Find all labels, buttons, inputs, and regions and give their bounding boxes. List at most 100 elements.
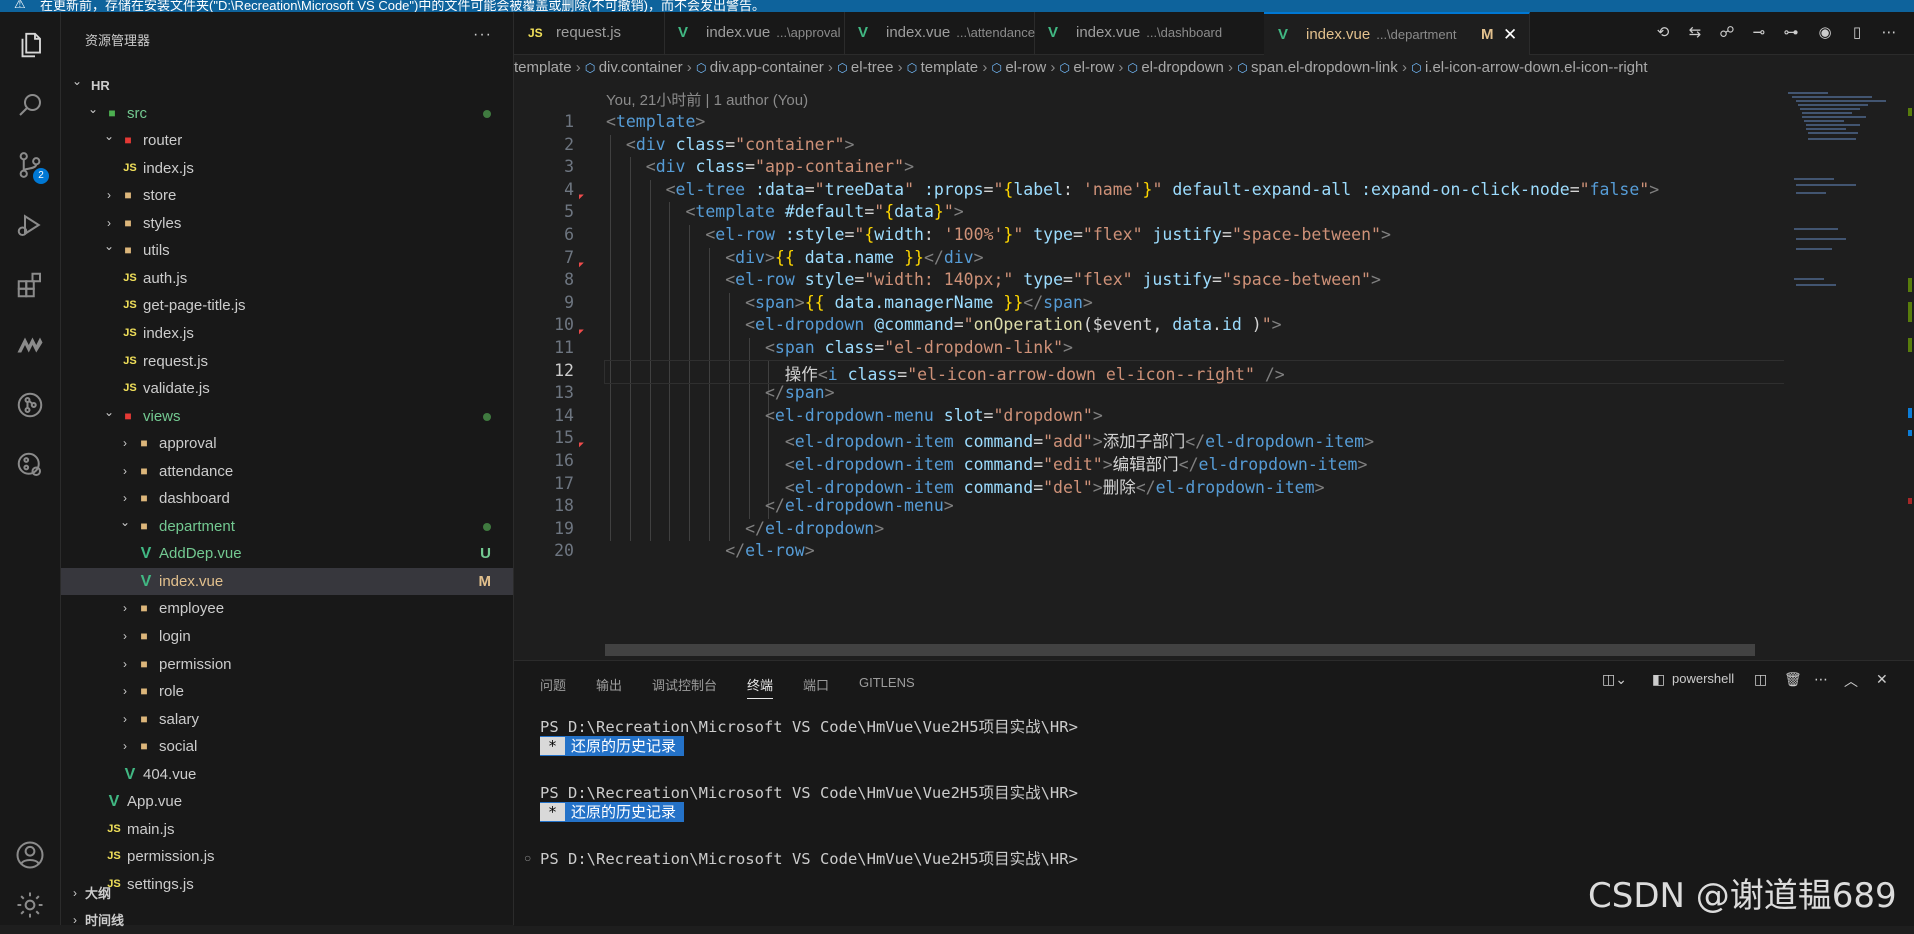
panel-tab-调试控制台[interactable]: 调试控制台 — [652, 675, 717, 694]
tree-item-social[interactable]: › ■ social — [61, 733, 513, 760]
more-actions-icon[interactable]: ⋯ — [1814, 671, 1828, 688]
code-line[interactable]: </el-dropdown-menu> — [606, 496, 954, 515]
tree-item-login[interactable]: › ■ login — [61, 623, 513, 650]
tree-item-router[interactable]: ⌄ ■ router — [61, 127, 513, 154]
code-line[interactable]: <div class="container"> — [606, 135, 855, 154]
gitlens-icon[interactable] — [11, 386, 49, 424]
code-editor[interactable]: 1 <template> 2 <div class="container"> 3 <d… — [514, 112, 1784, 657]
terminal-prompt-line[interactable]: PS D:\Recreation\Microsoft VS Code\HmVue… — [540, 847, 1078, 869]
code-line[interactable]: <el-row :style="{width: '100%'}" type="f… — [606, 225, 1391, 244]
timeline-history-icon[interactable]: ⟲ — [1652, 22, 1674, 44]
gitlens-blame-icon[interactable]: ☍ — [1716, 22, 1738, 44]
breadcrumb-item[interactable]: template — [921, 59, 979, 76]
outline-section[interactable]: › 大纲 — [61, 880, 513, 907]
tab-index-vue-dashboard[interactable]: Vindex.vue ...\dashboard — [1034, 12, 1265, 54]
panel-tab-问题[interactable]: 问题 — [540, 675, 566, 694]
tree-item-employee[interactable]: › ■ employee — [61, 595, 513, 622]
code-line[interactable]: <el-tree :data="treeData" :props="{label… — [606, 180, 1660, 199]
code-line[interactable]: 操作<i class="el-icon-arrow-down el-icon--… — [606, 361, 1285, 385]
tab-index-vue-attendance[interactable]: Vindex.vue ...\attendance — [844, 12, 1035, 54]
tab-request-js[interactable]: JS request.js — [514, 12, 665, 54]
tab-index-vue-approval[interactable]: Vindex.vue ...\approval — [664, 12, 845, 54]
tree-item-404-vue[interactable]: V 404.vue — [61, 761, 513, 788]
remote-m-icon[interactable] — [11, 326, 49, 364]
tree-item-styles[interactable]: › ■ styles — [61, 210, 513, 237]
more-actions-icon[interactable]: ⋯ — [1878, 22, 1900, 44]
kill-terminal-icon[interactable]: 🗑 — [1784, 671, 1802, 688]
split-editor-icon[interactable]: ▯ — [1846, 22, 1868, 44]
command-decoration-icon[interactable]: ○ — [524, 851, 531, 865]
code-line[interactable]: <el-dropdown-menu slot="dropdown"> — [606, 406, 1103, 425]
tree-item-index-vue[interactable]: Vindex.vue M — [61, 567, 513, 595]
tree-item-src[interactable]: ⌄ ■ src — [61, 100, 513, 127]
tree-item-store[interactable]: › ■ store — [61, 182, 513, 209]
breadcrumb-item[interactable]: div.app-container — [710, 59, 824, 76]
tree-item-role[interactable]: › ■ role — [61, 678, 513, 705]
git-blame-annotation[interactable]: You, 21小时前 | 1 author (You) — [606, 89, 808, 110]
breadcrumb-item[interactable]: el-tree — [851, 59, 894, 76]
git-branch-icon[interactable]: ◉ — [1814, 22, 1836, 44]
code-line[interactable]: <template> — [606, 112, 705, 131]
terminal-shell-label[interactable]: powershell — [1672, 671, 1734, 686]
tree-item-hr[interactable]: ⌄ HR — [61, 72, 513, 99]
gitlens-inspect-icon[interactable] — [11, 446, 49, 484]
code-line[interactable]: <span class="el-dropdown-link"> — [606, 338, 1073, 357]
code-line[interactable]: </span> — [606, 383, 835, 402]
panel-tab-输出[interactable]: 输出 — [596, 675, 622, 694]
tree-item-views[interactable]: ⌄ ■ views — [61, 403, 513, 430]
explorer-icon[interactable] — [11, 26, 49, 64]
tree-item-index-js[interactable]: JS index.js — [61, 155, 513, 182]
code-line[interactable]: <span>{{ data.managerName }}</span> — [606, 293, 1093, 312]
settings-gear-icon[interactable] — [11, 886, 49, 924]
previous-commit-icon[interactable]: ⊸ — [1748, 22, 1770, 44]
code-line[interactable]: <el-dropdown-item command="edit">编辑部门</e… — [606, 451, 1368, 475]
tree-item-approval[interactable]: › ■ approval — [61, 430, 513, 457]
next-commit-icon[interactable]: ⊶ — [1780, 22, 1802, 44]
code-line[interactable]: <div class="app-container"> — [606, 157, 914, 176]
tree-item-attendance[interactable]: › ■ attendance — [61, 458, 513, 485]
code-line[interactable]: </el-dropdown> — [606, 519, 884, 538]
horizontal-scrollbar[interactable] — [605, 644, 1755, 656]
panel-tab-终端[interactable]: 终端 — [747, 675, 774, 699]
account-icon[interactable] — [11, 836, 49, 874]
code-line[interactable]: </el-row> — [606, 541, 814, 560]
tree-item-utils[interactable]: ⌄ ■ utils — [61, 237, 513, 264]
split-terminal-icon[interactable]: ◫ — [1754, 671, 1767, 688]
tab-index-vue-department[interactable]: Vindex.vue ...\department M ✕ — [1264, 12, 1530, 55]
close-icon[interactable]: ✕ — [1503, 14, 1517, 56]
breadcrumb-item[interactable]: el-row — [1005, 59, 1046, 76]
close-panel-icon[interactable]: ✕ — [1876, 671, 1888, 688]
more-actions-icon[interactable]: ··· — [473, 26, 492, 44]
breadcrumb-item[interactable]: el-dropdown — [1141, 59, 1224, 76]
search-icon[interactable] — [11, 86, 49, 124]
code-line[interactable]: <el-dropdown-item command="del">删除</el-d… — [606, 474, 1325, 498]
compare-changes-icon[interactable]: ⇆ — [1684, 22, 1706, 44]
breadcrumb-item[interactable]: template — [514, 59, 572, 76]
breadcrumb-item[interactable]: i.el-icon-arrow-down.el-icon--right — [1425, 59, 1648, 76]
tree-item-permission-js[interactable]: JS permission.js — [61, 843, 513, 870]
source-control-icon[interactable]: 2 — [11, 146, 49, 184]
code-line[interactable]: <el-dropdown @command="onOperation($even… — [606, 315, 1282, 334]
maximize-panel-icon[interactable]: ︿ — [1844, 671, 1858, 691]
run-debug-icon[interactable] — [11, 206, 49, 244]
tree-item-index-js[interactable]: JS index.js — [61, 320, 513, 347]
tree-item-salary[interactable]: › ■ salary — [61, 706, 513, 733]
tree-item-request-js[interactable]: JS request.js — [61, 348, 513, 375]
tree-item-department[interactable]: ⌄ ■ department — [61, 513, 513, 540]
tree-item-adddep-vue[interactable]: V AddDep.vue U — [61, 540, 513, 567]
timeline-section[interactable]: › 时间线 — [61, 907, 513, 934]
new-terminal-split-icon[interactable]: ◫⌄ — [1602, 671, 1627, 688]
tree-item-validate-js[interactable]: JS validate.js — [61, 375, 513, 402]
code-line[interactable]: <div>{{ data.name }}</div> — [606, 248, 983, 267]
tree-item-auth-js[interactable]: JS auth.js — [61, 265, 513, 292]
code-line[interactable]: <el-row style="width: 140px;" type="flex… — [606, 270, 1381, 289]
breadcrumb-item[interactable]: div.container — [599, 59, 683, 76]
tree-item-get-page-title-js[interactable]: JS get-page-title.js — [61, 292, 513, 319]
vertical-scrollbar[interactable] — [1902, 88, 1914, 658]
breadcrumb-item[interactable]: el-row — [1073, 59, 1114, 76]
extensions-icon[interactable] — [11, 266, 49, 304]
code-line[interactable]: <template #default="{data}"> — [606, 202, 963, 221]
tree-item-permission[interactable]: › ■ permission — [61, 651, 513, 678]
breadcrumb-item[interactable]: span.el-dropdown-link — [1251, 59, 1398, 76]
tree-item-app-vue[interactable]: V App.vue — [61, 788, 513, 815]
